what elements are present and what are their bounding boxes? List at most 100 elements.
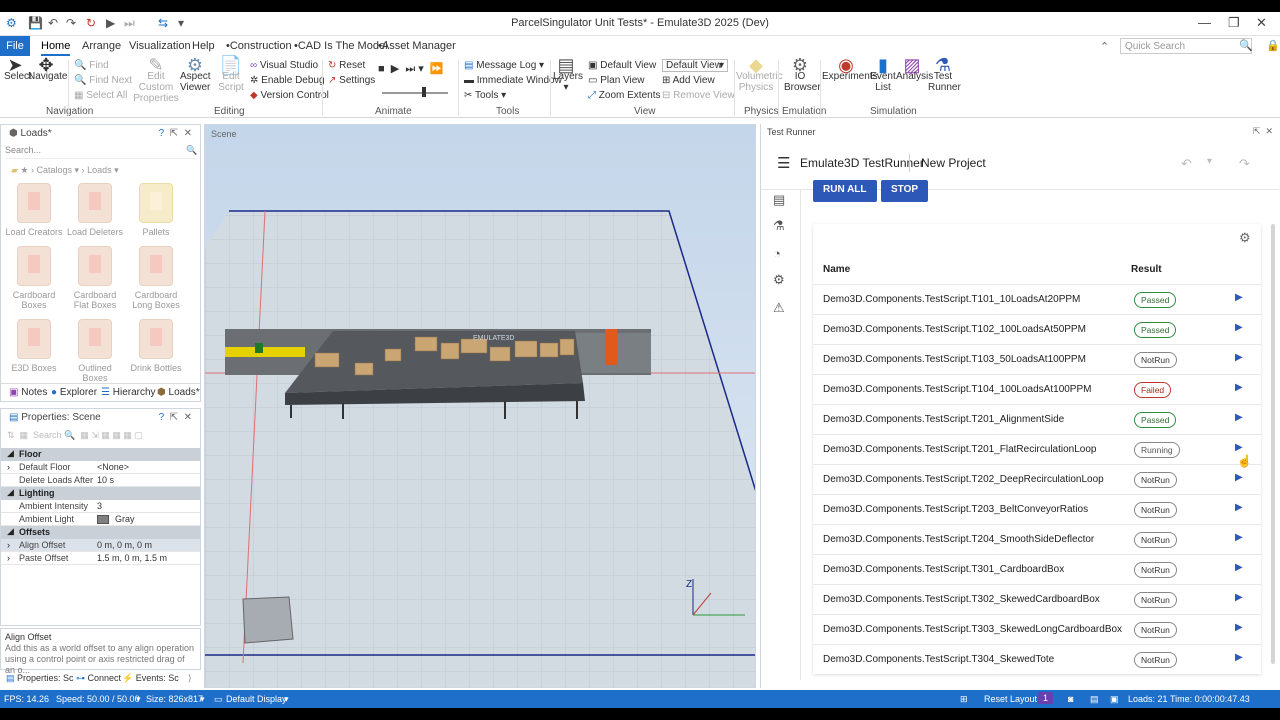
file-menu[interactable]: File — [0, 36, 30, 56]
test-row[interactable]: Demo3D.Components.TestScript.T202_DeepRe… — [813, 464, 1261, 494]
prop-category-floor[interactable]: Floor ◢ — [1, 448, 200, 461]
flask-icon[interactable]: ⚗ — [773, 218, 785, 234]
tab-explorer[interactable]: ● Explorer — [51, 387, 97, 398]
minimize-icon[interactable]: — — [1198, 15, 1211, 30]
alert-icon[interactable]: ⚠ — [773, 300, 785, 316]
prop-row[interactable]: › Paste Offset 1.5 m, 0 m, 1.5 m — [1, 552, 200, 565]
tab-help[interactable]: Help — [192, 40, 215, 52]
run-test-icon[interactable]: ▶ — [1235, 592, 1243, 603]
status-speed-dropdown-icon[interactable]: ▾ — [136, 694, 141, 705]
status-icon[interactable]: ▣ — [1110, 694, 1119, 705]
settings-button[interactable]: ↗ Settings — [328, 75, 375, 86]
hamburger-menu-icon[interactable]: ☰ — [777, 154, 790, 172]
add-view-button[interactable]: ⊞ Add View — [662, 75, 715, 86]
tab-construction[interactable]: •Construction — [226, 40, 292, 52]
maximize-icon[interactable]: ❐ — [1228, 15, 1240, 31]
status-badge[interactable]: 1 — [1038, 692, 1054, 704]
load-item-drink-bottles[interactable]: Drink Bottles — [126, 319, 186, 373]
message-log-button[interactable]: ▤ Message Log ▾ — [464, 60, 544, 71]
prop-row[interactable]: › Align Offset 0 m, 0 m, 0 m — [1, 539, 200, 552]
prop-row[interactable]: Delete Loads After 10 s — [1, 474, 200, 487]
find-next-button[interactable]: 🔍 Find Next — [74, 75, 132, 86]
test-row[interactable]: Demo3D.Components.TestScript.T101_10Load… — [813, 284, 1261, 314]
search-icon[interactable]: 🔍 — [186, 145, 197, 156]
run-test-icon[interactable]: ▶ — [1235, 322, 1243, 333]
test-row[interactable]: Demo3D.Components.TestScript.T103_50Load… — [813, 344, 1261, 374]
run-test-icon[interactable]: ▶ — [1235, 622, 1243, 633]
scene-canvas[interactable]: EMULATE3D Z — [205, 143, 756, 688]
reset-button[interactable]: ↻ Reset — [328, 60, 365, 71]
tab-properties[interactable]: ▤ Properties: Sc — [6, 673, 74, 684]
test-row[interactable]: Demo3D.Components.TestScript.T204_Smooth… — [813, 524, 1261, 554]
settings-gear-icon[interactable]: ⚙ — [773, 272, 785, 288]
panel-controls-icon[interactable]: ? ⇱ ✕ — [159, 128, 192, 139]
tab-events[interactable]: ⚡ Events: Sc — [122, 673, 179, 684]
load-item-cardboard-flat-boxes[interactable]: Cardboard Flat Boxes — [65, 246, 125, 310]
tab-notes[interactable]: ▣ Notes — [9, 387, 47, 398]
status-icon[interactable]: ◙ — [1068, 694, 1073, 704]
layout-icon[interactable]: ⊞ — [960, 694, 968, 705]
enable-debug-button[interactable]: ✲ Enable Debug — [250, 75, 325, 86]
visual-studio-button[interactable]: ∞ Visual Studio — [250, 60, 318, 71]
speed-slider-thumb[interactable] — [422, 87, 426, 97]
panel-controls-icon[interactable]: ? ⇱ ✕ — [159, 412, 192, 423]
navigate-button[interactable]: ✥ Navigate — [28, 56, 67, 82]
load-item-cardboard-long-boxes[interactable]: Cardboard Long Boxes — [126, 246, 186, 310]
analysis-button[interactable]: ▨ Analysis — [896, 56, 933, 82]
more-tabs-icon[interactable]: ⟩ — [188, 673, 192, 684]
remove-view-button[interactable]: ⊟ Remove View — [662, 90, 735, 101]
run-test-icon[interactable]: ▶ — [1235, 412, 1243, 423]
tab-connect[interactable]: ⊶ Connect — [76, 673, 121, 684]
load-item-outlined-boxes[interactable]: Outlined Boxes — [65, 319, 125, 383]
scene-view[interactable]: Scene EMULATE3D Z — [204, 124, 756, 688]
prop-row[interactable]: Ambient Light Gray — [1, 513, 200, 526]
volumetric-physics-button[interactable]: ◆ Volumetric Physics — [736, 56, 783, 93]
panel-controls-icon[interactable]: ⇱ ✕ — [1253, 126, 1273, 137]
test-runner-button[interactable]: ⚗ Test Runner — [928, 56, 961, 93]
status-icon[interactable]: ▤ — [1090, 694, 1099, 705]
find-button[interactable]: 🔍 Find — [74, 60, 109, 71]
test-file-icon[interactable]: ▤ — [773, 192, 785, 208]
select-button[interactable]: ➤ Select — [4, 56, 32, 82]
zoom-extents-button[interactable]: ⤢ Zoom Extents — [588, 90, 660, 101]
prop-row[interactable]: Ambient Intensity 3 — [1, 500, 200, 513]
prop-category-lighting[interactable]: Lighting ◢ — [1, 487, 200, 500]
edit-custom-properties-button[interactable]: ✎ Edit Custom Properties — [133, 56, 179, 104]
run-test-icon[interactable]: ▶ — [1235, 292, 1243, 303]
tab-hierarchy[interactable]: ☰ Hierarchy — [101, 387, 156, 398]
test-row[interactable]: Demo3D.Components.TestScript.T203_BeltCo… — [813, 494, 1261, 524]
status-size-dropdown-icon[interactable]: ▾ — [200, 694, 205, 705]
run-test-icon[interactable]: ▶ — [1235, 562, 1243, 573]
status-display[interactable]: Default Display — [226, 694, 287, 704]
display-dropdown-icon[interactable]: ▾ — [284, 694, 289, 705]
view-select[interactable]: Default View ▾ — [662, 59, 728, 72]
experiments-button[interactable]: ◉ Experiments — [822, 56, 878, 82]
run-test-icon[interactable]: ▶ — [1235, 352, 1243, 363]
test-row[interactable]: Demo3D.Components.TestScript.T102_100Loa… — [813, 314, 1261, 344]
immediate-window-button[interactable]: ▬ Immediate Window — [464, 75, 562, 86]
breadcrumb-loads[interactable]: Loads — [87, 165, 112, 175]
redo-icon[interactable]: ↷ — [1239, 156, 1250, 172]
tab-loads[interactable]: ⬢ Loads* — [157, 387, 200, 398]
plan-view-button[interactable]: ▭ Plan View — [588, 75, 645, 86]
load-item-cardboard-boxes[interactable]: Cardboard Boxes — [4, 246, 64, 310]
tab-cad-is-the-model[interactable]: •CAD Is The Model — [294, 40, 388, 52]
tools-button[interactable]: ✂ Tools ▾ — [464, 90, 506, 101]
stop-button[interactable]: STOP — [881, 180, 929, 202]
run-test-icon[interactable]: ▶ — [1235, 652, 1243, 663]
test-row[interactable]: Demo3D.Components.TestScript.T303_Skewed… — [813, 614, 1261, 644]
history-dropdown-icon[interactable]: ▾ — [1207, 156, 1212, 167]
default-view-button[interactable]: ▣ Default View — [588, 60, 656, 71]
load-item-e3d-boxes[interactable]: E3D Boxes — [4, 319, 64, 373]
test-row[interactable]: Demo3D.Components.TestScript.T201_Alignm… — [813, 404, 1261, 434]
quick-search-input[interactable]: Quick Search — [1120, 38, 1252, 54]
breadcrumb-catalogs[interactable]: Catalogs — [37, 165, 73, 175]
test-row[interactable]: Demo3D.Components.TestScript.T304_Skewed… — [813, 644, 1261, 674]
run-test-icon[interactable]: ▶ — [1235, 502, 1243, 513]
tab-asset-manager[interactable]: •Asset Manager — [378, 40, 456, 52]
loads-search-input[interactable]: Search... — [5, 145, 197, 159]
version-control-button[interactable]: ◆ Version Control — [250, 90, 329, 101]
prop-category-offsets[interactable]: Offsets ◢ — [1, 526, 200, 539]
scrollbar[interactable] — [1271, 224, 1275, 664]
run-test-icon[interactable]: ▶ — [1235, 382, 1243, 393]
